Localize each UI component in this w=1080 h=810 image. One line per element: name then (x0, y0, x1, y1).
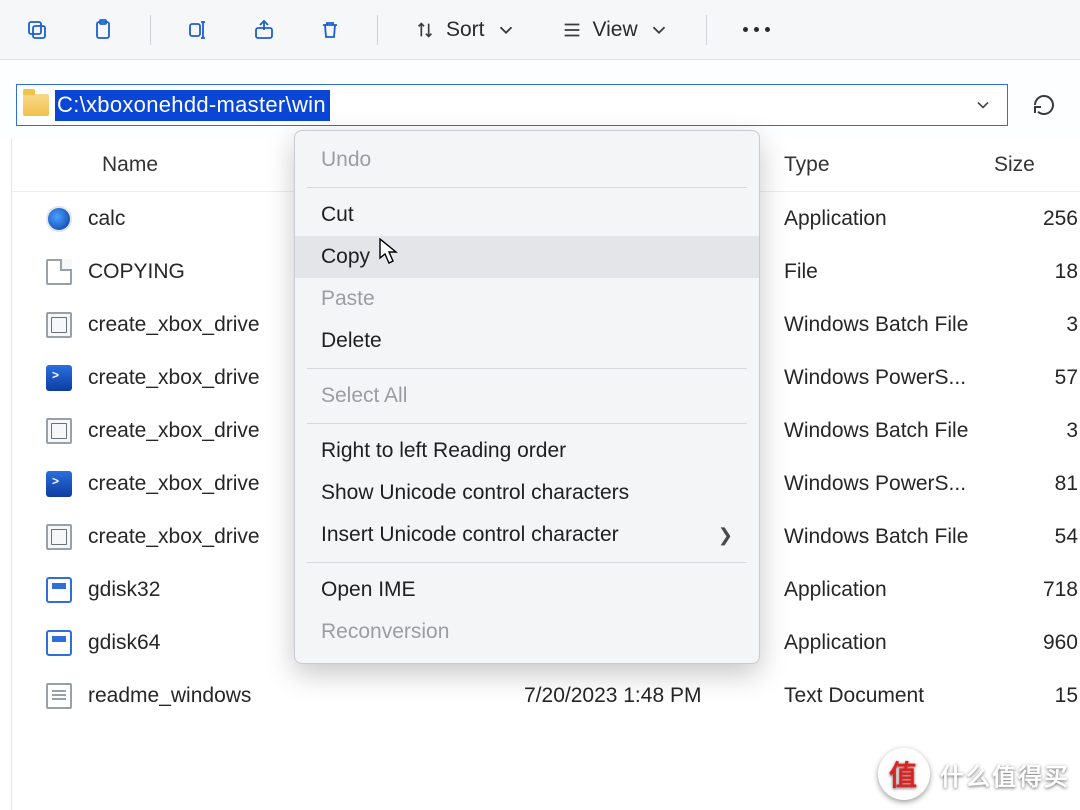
ctx-delete[interactable]: Delete (295, 320, 759, 362)
column-type[interactable]: Type (784, 153, 994, 177)
ctx-show-unicode[interactable]: Show Unicode control characters (295, 472, 759, 514)
file-name: readme_windows (84, 684, 524, 708)
file-type: Application (784, 207, 994, 231)
paste-icon[interactable] (84, 11, 122, 49)
file-icon (12, 312, 84, 338)
chevron-down-icon (648, 19, 670, 41)
file-type: File (784, 260, 994, 284)
file-type: Windows PowerS... (784, 472, 994, 496)
watermark-text: 什么值得买 (940, 757, 1070, 792)
address-history-button[interactable] (963, 85, 1003, 125)
view-icon (561, 19, 583, 41)
ctx-reconversion: Reconversion (295, 611, 759, 653)
nav-pane-edge (0, 138, 12, 810)
file-icon (12, 471, 84, 497)
file-size: 57 (994, 366, 1080, 390)
submenu-arrow-icon: ❯ (718, 525, 733, 546)
watermark: 值 什么值得买 (878, 748, 1070, 800)
more-button[interactable] (735, 27, 778, 32)
share-icon[interactable] (245, 11, 283, 49)
file-type: Windows Batch File (784, 313, 994, 337)
sort-button[interactable]: Sort (406, 14, 525, 46)
file-size: 15 (994, 684, 1080, 708)
ctx-insert-unicode-label: Insert Unicode control character (321, 523, 619, 547)
delete-icon[interactable] (311, 11, 349, 49)
view-label: View (593, 18, 638, 42)
file-type: Text Document (784, 684, 994, 708)
file-size: 256 (994, 207, 1080, 231)
ctx-rtl[interactable]: Right to left Reading order (295, 430, 759, 472)
file-size: 3 (994, 419, 1080, 443)
file-type: Windows PowerS... (784, 366, 994, 390)
file-type: Windows Batch File (784, 525, 994, 549)
folder-icon (23, 94, 49, 116)
file-icon (12, 418, 84, 444)
ctx-open-ime[interactable]: Open IME (295, 569, 759, 611)
file-icon (12, 524, 84, 550)
file-icon (12, 630, 84, 656)
file-size: 54 (994, 525, 1080, 549)
sort-icon (414, 19, 436, 41)
file-size: 3 (994, 313, 1080, 337)
file-size: 960 (994, 631, 1080, 655)
refresh-button[interactable] (1024, 84, 1064, 126)
ctx-copy[interactable]: Copy (295, 236, 759, 278)
file-type: Application (784, 631, 994, 655)
file-size: 18 (994, 260, 1080, 284)
sort-label: Sort (446, 18, 485, 42)
file-type: Application (784, 578, 994, 602)
file-icon (12, 365, 84, 391)
toolbar-separator (377, 15, 378, 45)
file-type: Windows Batch File (784, 419, 994, 443)
new-tab-icon[interactable] (18, 11, 56, 49)
command-bar: Sort View (0, 0, 1080, 60)
watermark-badge: 值 (878, 748, 930, 800)
ctx-insert-unicode[interactable]: Insert Unicode control character ❯ (295, 514, 759, 556)
toolbar-separator (150, 15, 151, 45)
file-size: 718 (994, 578, 1080, 602)
address-bar[interactable]: C:\xboxonehdd-master\win (16, 84, 1008, 126)
ctx-cut[interactable]: Cut (295, 194, 759, 236)
column-size[interactable]: Size (994, 153, 1080, 177)
toolbar-separator (706, 15, 707, 45)
file-icon (12, 683, 84, 709)
ctx-paste: Paste (295, 278, 759, 320)
rename-icon[interactable] (179, 11, 217, 49)
chevron-down-icon (495, 19, 517, 41)
file-icon (12, 259, 84, 285)
view-button[interactable]: View (553, 14, 678, 46)
file-size: 81 (994, 472, 1080, 496)
file-icon (12, 577, 84, 603)
file-date: 7/20/2023 1:48 PM (524, 684, 784, 708)
context-menu: Undo Cut Copy Paste Delete Select All Ri… (294, 130, 760, 664)
ctx-select-all: Select All (295, 375, 759, 417)
file-icon (12, 206, 84, 232)
ctx-undo: Undo (295, 139, 759, 181)
address-row: C:\xboxonehdd-master\win (0, 60, 1080, 138)
address-path[interactable]: C:\xboxonehdd-master\win (55, 90, 330, 121)
file-row[interactable]: readme_windows7/20/2023 1:48 PMText Docu… (12, 669, 1080, 722)
